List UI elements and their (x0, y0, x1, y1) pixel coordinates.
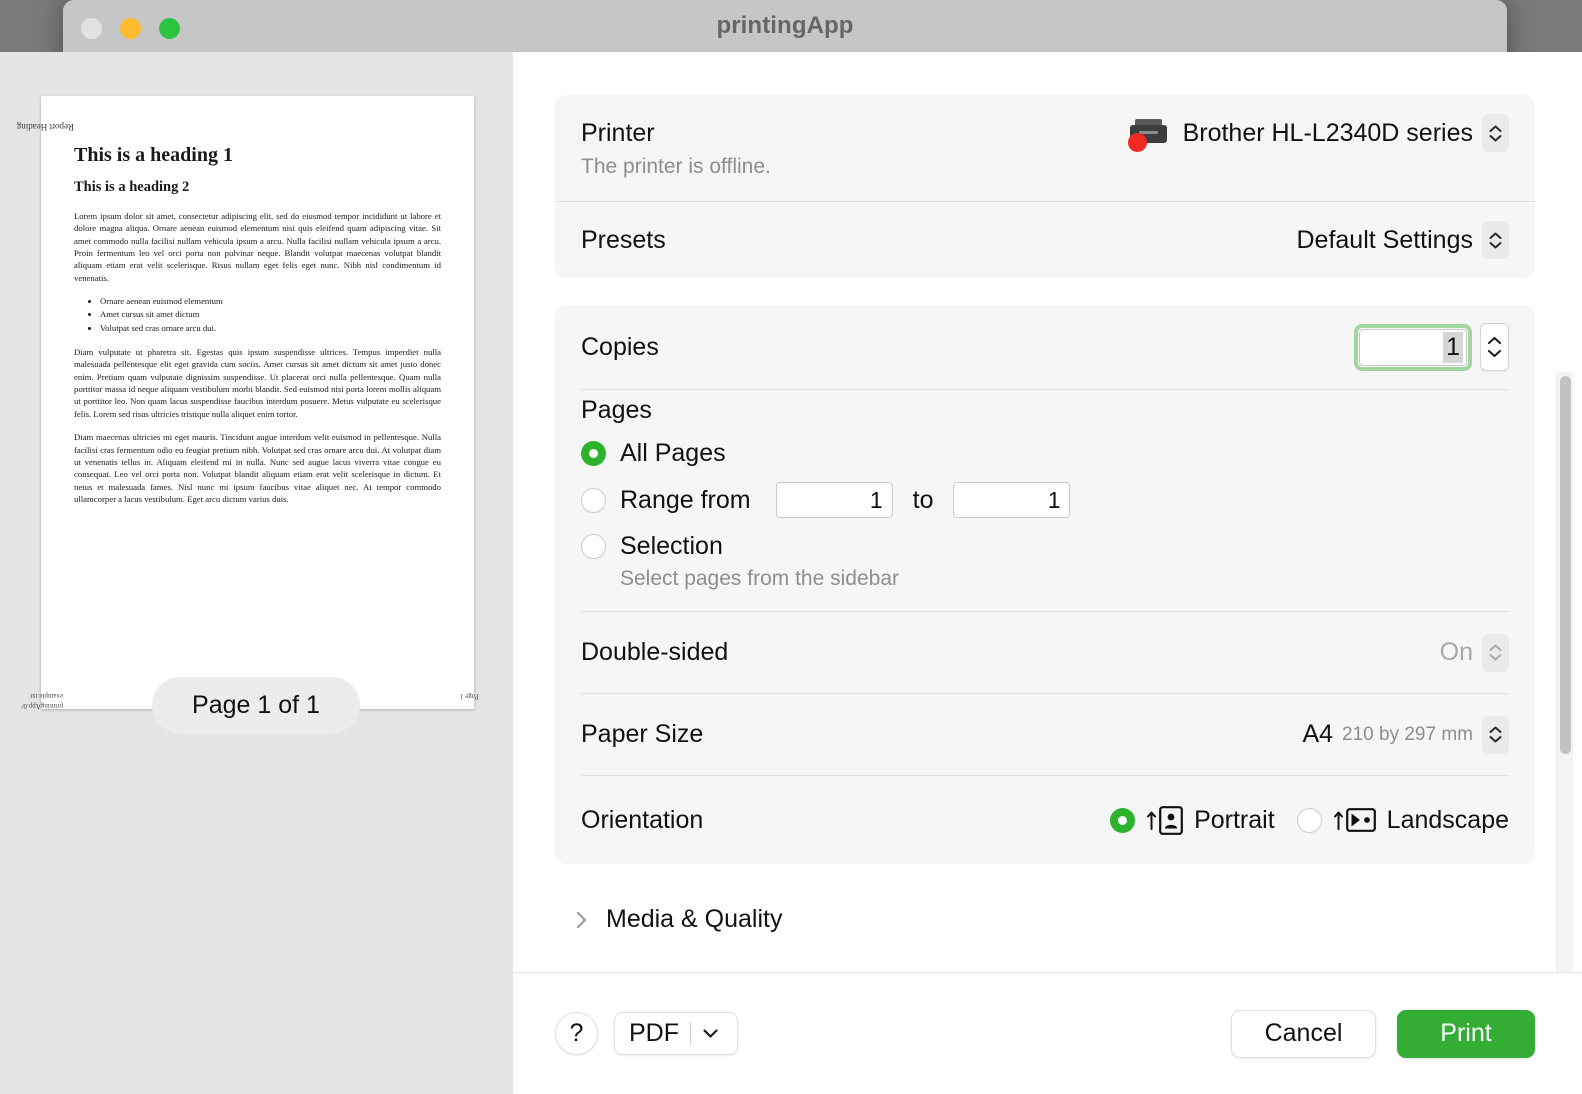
document-footer-left: printingApp.0/ example.txt (22, 691, 63, 711)
list-item: Volutpat sed cras ornare arcu dui. (100, 322, 441, 334)
document-footer-right: Page 1 (460, 692, 479, 701)
copies-row: Copies 1 (581, 305, 1509, 389)
double-sided-popup-chevron-icon[interactable] (1482, 633, 1509, 672)
document-header-text: Report Heading (16, 122, 74, 132)
double-sided-label: Double-sided (581, 638, 729, 666)
printer-popup-chevron-icon[interactable] (1482, 114, 1509, 152)
range-label: Range from (620, 485, 751, 514)
app-window: printingApp Report Heading This is a hea… (0, 0, 1582, 1094)
chevron-down-icon (1487, 349, 1502, 358)
copies-input-focus-ring: 1 (1354, 323, 1472, 371)
portrait-icon (1146, 805, 1183, 835)
radio-range[interactable] (581, 487, 606, 513)
printer-row[interactable]: Printer Brother HL-L2340D series (581, 95, 1509, 161)
media-quality-label: Media & Quality (606, 905, 783, 933)
copies-value: 1 (1443, 331, 1463, 363)
landscape-icon (1333, 808, 1376, 832)
document-paragraph-2: Diam vulputate ut pharetra sit. Egestas … (74, 347, 441, 419)
copies-input[interactable]: 1 (1359, 328, 1467, 366)
presets-label: Presets (581, 225, 666, 254)
window-titlebar: printingApp (63, 0, 1507, 56)
chevron-up-icon (1487, 336, 1502, 345)
document-heading-1: This is a heading 1 (74, 144, 233, 166)
selection-note: Select pages from the sidebar (620, 567, 899, 590)
pages-option-range[interactable]: Range from 1 to 1 (581, 482, 1509, 518)
chevron-down-icon (703, 1029, 718, 1038)
print-options-scroll-area: Printer Brother HL-L2340D series The pri… (513, 52, 1582, 972)
paper-size-label: Paper Size (581, 720, 704, 748)
document-footer-filename: example.txt (30, 692, 63, 701)
options-scrollbar[interactable] (1556, 372, 1573, 972)
all-pages-label: All Pages (620, 439, 726, 467)
presets-row[interactable]: Presets Default Settings (581, 202, 1509, 278)
document-footer-path: printingApp.0/ (21, 702, 63, 711)
orientation-option-landscape[interactable]: Landscape (1296, 805, 1509, 835)
radio-portrait[interactable] (1110, 807, 1136, 833)
list-item: Ornare aenean euismod elementum (100, 295, 441, 307)
orientation-row: Orientation Portrait Landscape (581, 776, 1509, 864)
print-dialog-sheet: Report Heading This is a heading 1 This … (0, 52, 1582, 1094)
paper-size-popup-chevron-icon[interactable] (1482, 715, 1509, 754)
range-to-label: to (912, 485, 934, 514)
selection-label: Selection (620, 532, 723, 560)
document-bullet-list: Ornare aenean euismod elementum Amet cur… (100, 295, 441, 334)
landscape-label: Landscape (1386, 805, 1509, 834)
radio-selection[interactable] (581, 534, 606, 559)
pages-option-selection[interactable]: Selection (581, 532, 1509, 561)
dialog-footer: ? PDF Cancel Print (513, 972, 1582, 1094)
printer-icon (1127, 117, 1169, 152)
paper-size-value: A4 (1302, 720, 1334, 748)
printer-label: Printer (581, 118, 655, 147)
list-item: Amet cursus sit amet dictum (100, 308, 441, 320)
options-scrollbar-thumb[interactable] (1560, 376, 1571, 754)
pages-block: Pages All Pages Range from 1 to 1 Select… (581, 390, 1509, 611)
help-button[interactable]: ? (555, 1012, 598, 1055)
pdf-menu-button[interactable]: PDF (614, 1012, 738, 1055)
pages-option-all[interactable]: All Pages (581, 439, 1509, 468)
document-heading-2: This is a heading 2 (74, 179, 190, 195)
chevron-right-icon (576, 911, 587, 928)
print-preview-pane: Report Heading This is a heading 1 This … (0, 52, 513, 1094)
printer-offline-badge-icon (1127, 133, 1147, 152)
print-button[interactable]: Print (1397, 1009, 1535, 1058)
paper-size-row[interactable]: Paper Size A4 210 by 297 mm (581, 694, 1509, 775)
window-title: printingApp (716, 12, 854, 39)
radio-all-pages[interactable] (581, 441, 606, 466)
document-body: This is a heading 1 This is a heading 2 … (74, 144, 441, 516)
divider (690, 1022, 691, 1045)
printer-status-text: The printer is offline. (581, 155, 771, 178)
range-from-input[interactable]: 1 (775, 482, 893, 518)
paper-size-dimensions: 210 by 297 mm (1342, 723, 1473, 745)
radio-landscape[interactable] (1296, 807, 1322, 833)
document-preview-page[interactable]: Report Heading This is a heading 1 This … (17, 96, 479, 711)
double-sided-value: On (1439, 638, 1473, 666)
double-sided-row[interactable]: Double-sided On (581, 612, 1509, 693)
cancel-button[interactable]: Cancel (1231, 1009, 1376, 1058)
media-quality-disclosure[interactable]: Media & Quality (555, 891, 1535, 934)
orientation-option-portrait[interactable]: Portrait (1110, 806, 1275, 835)
printer-presets-card: Printer Brother HL-L2340D series The pri… (555, 95, 1535, 278)
print-settings-card: Copies 1 Pages All Pages Range from 1 to… (555, 305, 1535, 864)
document-paragraph-3: Diam maecenas ultricies mi eget mauris. … (74, 432, 441, 504)
page-indicator: Page 1 of 1 (152, 677, 360, 734)
presets-popup-chevron-icon[interactable] (1482, 221, 1509, 259)
printer-value: Brother HL-L2340D series (1182, 118, 1473, 147)
presets-value: Default Settings (1296, 225, 1474, 254)
pages-label: Pages (581, 396, 652, 424)
copies-stepper[interactable] (1480, 323, 1509, 371)
copies-label: Copies (581, 332, 659, 361)
portrait-label: Portrait (1194, 805, 1275, 834)
range-to-input[interactable]: 1 (953, 482, 1071, 518)
pdf-label: PDF (629, 1019, 679, 1047)
orientation-label: Orientation (581, 805, 704, 834)
document-paragraph-1: Lorem ipsum dolor sit amet, consectetur … (74, 211, 441, 283)
print-options-pane: Printer Brother HL-L2340D series The pri… (513, 52, 1582, 1094)
